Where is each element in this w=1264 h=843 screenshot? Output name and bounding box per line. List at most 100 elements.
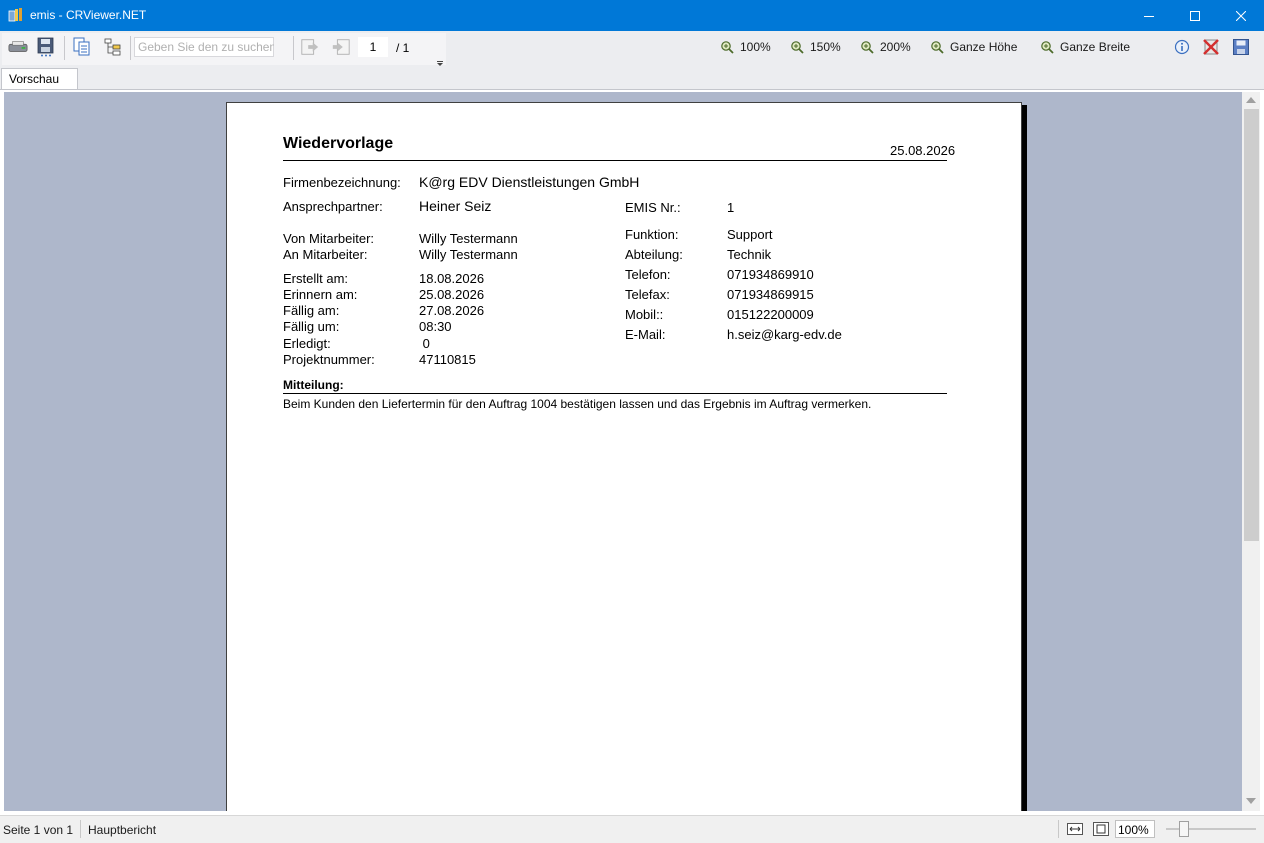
tree-icon bbox=[104, 38, 121, 56]
status-zoom-value: 100% bbox=[1118, 823, 1149, 837]
minimize-icon bbox=[1144, 15, 1154, 17]
scroll-up-icon[interactable] bbox=[1246, 97, 1256, 103]
value-funktion: Support bbox=[727, 227, 773, 242]
previous-page-icon bbox=[301, 39, 319, 55]
scroll-down-icon[interactable] bbox=[1246, 798, 1256, 804]
previous-page-button[interactable] bbox=[300, 37, 320, 57]
value-firmenbezeichnung: K@rg EDV Dienstleistungen GmbH bbox=[419, 174, 640, 190]
minimize-button[interactable] bbox=[1126, 0, 1172, 31]
label-emis-nr: EMIS Nr.: bbox=[625, 200, 681, 215]
value-erledigt: 0 bbox=[419, 336, 430, 351]
value-erinnern-am: 25.08.2026 bbox=[419, 287, 485, 302]
label-faellig-am: Fällig am: bbox=[283, 303, 340, 318]
copy-button[interactable] bbox=[72, 37, 92, 57]
print-button[interactable] bbox=[8, 37, 28, 57]
export-button[interactable] bbox=[36, 37, 56, 57]
next-page-icon bbox=[332, 39, 350, 55]
zoom-200-button[interactable]: 200% bbox=[860, 40, 911, 54]
zoom-150-button[interactable]: 150% bbox=[790, 40, 841, 54]
page-number-input[interactable] bbox=[359, 38, 387, 56]
zoom-fit-height-button[interactable]: Ganze Höhe bbox=[930, 40, 1017, 54]
value-ansprechpartner: Heiner Seiz bbox=[419, 198, 492, 214]
status-bar: Seite 1 von 1 Hauptbericht 100% bbox=[0, 815, 1264, 843]
maximize-icon bbox=[1190, 10, 1200, 21]
message-rule bbox=[283, 393, 947, 394]
tab-vorschau[interactable]: Vorschau bbox=[1, 68, 78, 89]
zoom-slider-thumb[interactable] bbox=[1179, 821, 1189, 837]
toolbar-separator bbox=[130, 36, 131, 60]
vertical-scrollbar[interactable] bbox=[1242, 92, 1260, 811]
group-tree-button[interactable] bbox=[103, 37, 123, 57]
report-date: 25.08.2026 bbox=[890, 143, 956, 158]
maximize-button[interactable] bbox=[1172, 0, 1218, 31]
close-report-button[interactable] bbox=[1201, 37, 1221, 57]
value-mobil: 015122200009 bbox=[727, 307, 814, 322]
search-input[interactable] bbox=[135, 38, 274, 56]
toolbar-overflow-icon[interactable] bbox=[437, 55, 443, 66]
report-title: Wiedervorlage bbox=[283, 135, 394, 152]
value-email: h.seiz@karg-edv.de bbox=[727, 327, 842, 342]
label-funktion: Funktion: bbox=[625, 227, 679, 242]
value-an-mitarbeiter: Willy Testermann bbox=[419, 247, 518, 262]
scrollbar-thumb[interactable] bbox=[1244, 109, 1259, 541]
close-report-icon bbox=[1203, 39, 1219, 55]
status-page-info: Seite 1 von 1 bbox=[3, 823, 74, 837]
status-separator bbox=[1058, 820, 1059, 838]
label-erledigt: Erledigt: bbox=[283, 336, 331, 351]
page-total: / 1 bbox=[396, 41, 410, 55]
fit-page-icon bbox=[1093, 822, 1109, 836]
label-email: E-Mail: bbox=[625, 327, 666, 342]
zoom-fit-height-label: Ganze Höhe bbox=[950, 40, 1018, 54]
value-abteilung: Technik bbox=[727, 247, 772, 262]
label-abteilung: Abteilung: bbox=[625, 247, 683, 262]
zoom-200-label: 200% bbox=[880, 40, 911, 54]
label-faellig-um: Fällig um: bbox=[283, 319, 340, 334]
label-mobil: Mobil:: bbox=[625, 307, 664, 322]
label-firmenbezeichnung: Firmenbezeichnung: bbox=[283, 175, 401, 190]
fit-width-button[interactable] bbox=[1067, 822, 1083, 839]
zoom-fit-width-button[interactable]: Ganze Breite bbox=[1040, 40, 1130, 54]
search-box[interactable] bbox=[134, 37, 274, 57]
status-zoom-box[interactable]: 100% bbox=[1115, 820, 1155, 838]
fit-width-icon bbox=[1067, 823, 1083, 835]
fit-page-button[interactable] bbox=[1093, 822, 1109, 839]
close-icon bbox=[1236, 10, 1246, 21]
tab-label: Vorschau bbox=[9, 72, 60, 86]
message-label: Mitteilung: bbox=[283, 378, 344, 392]
label-ansprechpartner: Ansprechpartner: bbox=[283, 199, 383, 214]
value-erstellt-am: 18.08.2026 bbox=[419, 271, 485, 286]
label-telefon: Telefon: bbox=[625, 267, 671, 282]
value-faellig-um: 08:30 bbox=[419, 319, 452, 334]
value-emis-nr: 1 bbox=[727, 200, 735, 215]
close-button[interactable] bbox=[1218, 0, 1264, 31]
zoom-fit-width-label: Ganze Breite bbox=[1060, 40, 1131, 54]
save-disk-icon bbox=[37, 37, 54, 57]
magnifier-icon bbox=[931, 41, 944, 54]
value-telefax: 071934869915 bbox=[727, 287, 814, 302]
value-von-mitarbeiter: Willy Testermann bbox=[419, 231, 518, 246]
app-icon bbox=[8, 7, 24, 23]
title-bar: emis - CRViewer.NET bbox=[0, 0, 1264, 31]
save-button[interactable] bbox=[1231, 37, 1251, 57]
magnifier-icon bbox=[721, 41, 734, 54]
header-rule bbox=[283, 160, 947, 161]
label-projektnummer: Projektnummer: bbox=[283, 352, 375, 367]
toolbar-separator bbox=[64, 36, 65, 60]
zoom-150-label: 150% bbox=[810, 40, 841, 54]
printer-icon bbox=[8, 41, 28, 52]
zoom-100-label: 100% bbox=[740, 40, 771, 54]
report-viewer[interactable]: Wiedervorlage 25.08.2026 Firmenbezeichnu… bbox=[4, 92, 1242, 811]
next-page-button[interactable] bbox=[331, 37, 351, 57]
window-title: emis - CRViewer.NET bbox=[30, 8, 147, 22]
magnifier-icon bbox=[861, 41, 874, 54]
page-number-box[interactable] bbox=[358, 37, 388, 57]
zoom-100-button[interactable]: 100% bbox=[720, 40, 771, 54]
status-report-name: Hauptbericht bbox=[88, 823, 157, 837]
report-page: Wiedervorlage 25.08.2026 Firmenbezeichnu… bbox=[226, 102, 1022, 811]
info-button[interactable] bbox=[1172, 37, 1192, 57]
label-an-mitarbeiter: An Mitarbeiter: bbox=[283, 247, 368, 262]
label-telefax: Telefax: bbox=[625, 287, 670, 302]
info-icon bbox=[1174, 39, 1190, 55]
label-von-mitarbeiter: Von Mitarbeiter: bbox=[283, 231, 375, 246]
toolbar-separator bbox=[293, 36, 294, 60]
